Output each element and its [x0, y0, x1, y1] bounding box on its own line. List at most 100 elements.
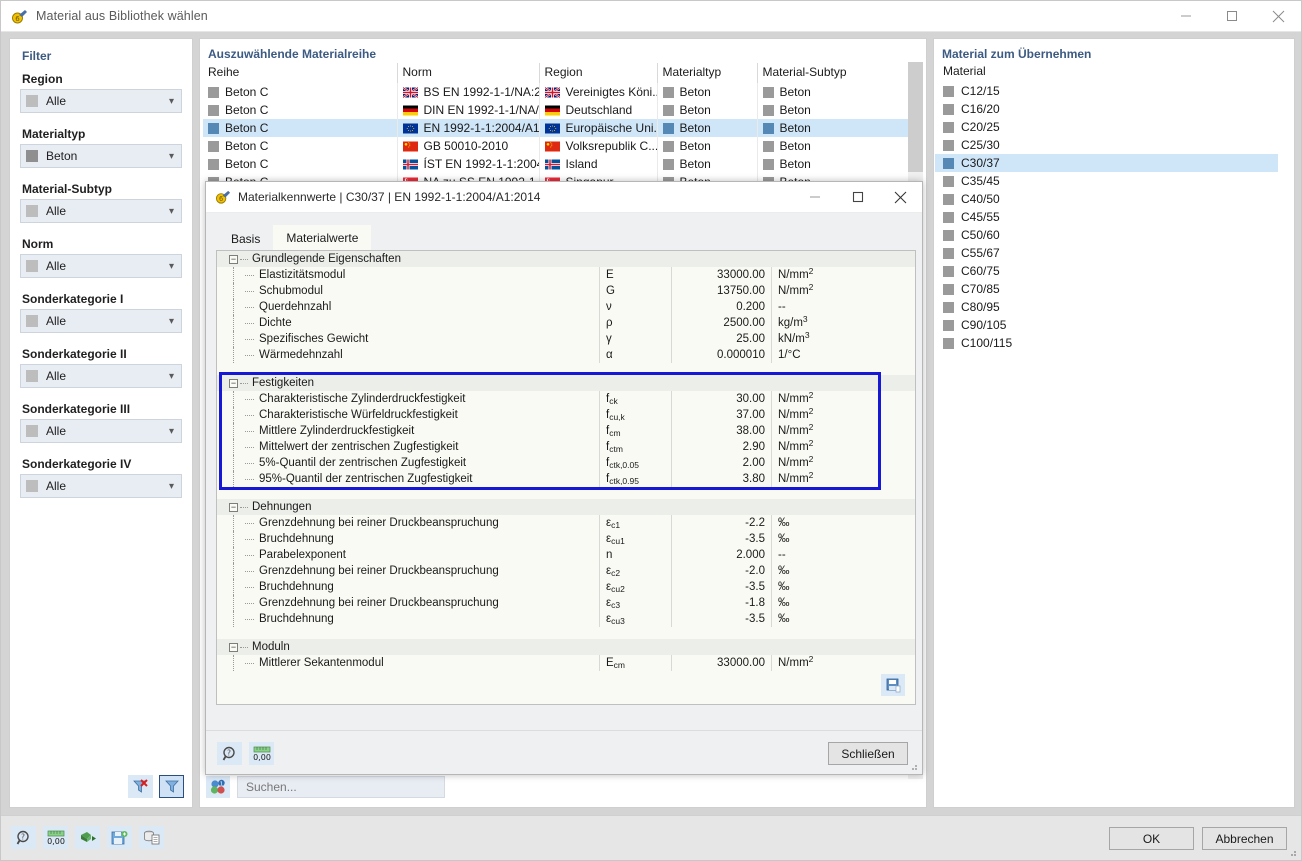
property-row[interactable]: Schubmodul G 13750.00 N/mm 2 — [217, 282, 915, 299]
filter-select-sonderkategorie-iv[interactable]: Alle ▾ — [20, 474, 182, 498]
property-group-header[interactable]: − Festigkeiten — [217, 375, 915, 391]
column-header-3[interactable]: Materialtyp — [657, 63, 758, 83]
property-value[interactable]: 37.00 — [671, 407, 771, 423]
property-value[interactable]: 2.000 — [671, 547, 771, 563]
property-row[interactable]: Wärmedehnzahl α 0.000010 1/°C — [217, 347, 915, 363]
chevron-down-icon[interactable]: ▾ — [169, 206, 174, 217]
maximize-icon[interactable] — [836, 182, 879, 213]
chevron-down-icon[interactable]: ▾ — [169, 261, 174, 272]
window-resize-grip[interactable] — [1286, 846, 1298, 858]
list-item[interactable]: C90/105 — [935, 316, 1279, 334]
dialog-resize-grip[interactable] — [908, 761, 919, 772]
property-value[interactable]: 2.90 — [671, 439, 771, 455]
maximize-icon[interactable] — [1209, 1, 1255, 32]
list-item[interactable]: C12/15 — [935, 82, 1279, 100]
property-value[interactable]: 30.00 — [671, 391, 771, 407]
list-item[interactable]: C35/45 — [935, 172, 1279, 190]
chevron-down-icon[interactable]: ▾ — [169, 96, 174, 107]
property-row[interactable]: Dichte ρ 2500.00 kg/m 3 — [217, 314, 915, 331]
close-icon[interactable] — [879, 182, 922, 213]
table-row[interactable]: Beton C EN 1992-1-1:2004/A1:2... Europäisc… — [203, 119, 912, 137]
property-value[interactable]: -3.5 — [671, 579, 771, 595]
property-row[interactable]: Charakteristische Zylinderdruckfestigkei… — [217, 390, 915, 407]
list-item[interactable]: C25/30 — [935, 136, 1279, 154]
list-item[interactable]: C50/60 — [935, 226, 1279, 244]
property-value[interactable]: 38.00 — [671, 423, 771, 439]
units-button[interactable]: 0,00 — [249, 742, 274, 765]
filter-select-norm[interactable]: Alle ▾ — [20, 254, 182, 278]
column-header-1[interactable]: Norm — [397, 63, 540, 83]
list-item[interactable]: C16/20 — [935, 100, 1279, 118]
property-row[interactable]: Charakteristische Würfeldruckfestigkeit f… — [217, 406, 915, 423]
property-row[interactable]: Grenzdehnung bei reiner Druckbeanspruchu… — [217, 595, 915, 611]
save-values-icon[interactable] — [881, 674, 905, 696]
column-header-4[interactable]: Material-Subtyp — [757, 63, 912, 83]
property-row[interactable]: Grenzdehnung bei reiner Druckbeanspruchu… — [217, 515, 915, 531]
chevron-down-icon[interactable]: ▾ — [169, 481, 174, 492]
list-item[interactable]: C40/50 — [935, 190, 1279, 208]
database-button[interactable] — [139, 826, 164, 849]
property-row[interactable]: Querdehnzahl ν 0.200 -- — [217, 299, 915, 315]
collapse-icon[interactable]: − — [229, 642, 238, 652]
apply-filter-button[interactable] — [159, 775, 184, 798]
minimize-icon[interactable] — [1163, 1, 1209, 32]
tab-basis[interactable]: Basis — [218, 227, 274, 250]
clear-filter-button[interactable] — [128, 775, 153, 798]
property-value[interactable]: 0.000010 — [671, 347, 771, 363]
list-item[interactable]: C60/75 — [935, 262, 1279, 280]
property-row[interactable]: 95%-Quantil der zentrischen Zugfestigkei… — [217, 470, 915, 487]
property-row[interactable]: 5%-Quantil der zentrischen Zugfestigkeit… — [217, 454, 915, 471]
property-row[interactable]: Bruchdehnung ε cu1 -3.5 ‰ — [217, 531, 915, 547]
property-row[interactable]: Elastizitätsmodul E 33000.00 N/mm 2 — [217, 266, 915, 283]
property-group-header[interactable]: − Grundlegende Eigenschaften — [217, 251, 915, 267]
chevron-down-icon[interactable]: ▾ — [169, 371, 174, 382]
list-item[interactable]: C55/67 — [935, 244, 1279, 262]
column-header-0[interactable]: Reihe — [203, 63, 398, 83]
property-value[interactable]: 13750.00 — [671, 283, 771, 299]
property-row[interactable]: Bruchdehnung ε cu2 -3.5 ‰ — [217, 579, 915, 595]
dialog-close-button[interactable]: Schließen — [828, 742, 908, 765]
column-header-2[interactable]: Region — [539, 63, 658, 83]
chevron-down-icon[interactable]: ▾ — [169, 316, 174, 327]
units-button[interactable]: 0,00 — [43, 826, 68, 849]
property-value[interactable]: 3.80 — [671, 471, 771, 487]
property-row[interactable]: Spezifisches Gewicht γ 25.00 kN/m 3 — [217, 330, 915, 347]
filter-select-sonderkategorie-iii[interactable]: Alle ▾ — [20, 419, 182, 443]
list-item[interactable]: C100/115 — [935, 334, 1279, 352]
property-row[interactable]: Grenzdehnung bei reiner Druckbeanspruchu… — [217, 563, 915, 579]
cancel-button[interactable]: Abbrechen — [1202, 827, 1287, 850]
scrollbar-thumb[interactable] — [908, 62, 923, 172]
table-row[interactable]: Beton C DIN EN 1992-1-1/NA/A... Deutschlan… — [203, 101, 912, 119]
property-row[interactable]: Mittlere Zylinderdruckfestigkeit f cm 38.00… — [217, 422, 915, 439]
filter-select-sonderkategorie-i[interactable]: Alle ▾ — [20, 309, 182, 333]
property-group-header[interactable]: − Moduln — [217, 639, 915, 655]
list-item[interactable]: C30/37 — [935, 154, 1279, 172]
list-item[interactable]: C45/55 — [935, 208, 1279, 226]
collapse-icon[interactable]: − — [229, 254, 238, 264]
property-grid[interactable]: − Grundlegende Eigenschaften Elastizitätsm… — [216, 250, 916, 705]
tab-materialwerte[interactable]: Materialwerte — [273, 225, 372, 250]
filter-select-region[interactable]: Alle ▾ — [20, 89, 182, 113]
property-value[interactable]: -3.5 — [671, 531, 771, 547]
table-row[interactable]: Beton C BS EN 1992-1-1/NA:20... Vereinigte… — [203, 83, 912, 101]
property-value[interactable]: 33000.00 — [671, 267, 771, 283]
property-value[interactable]: -3.5 — [671, 611, 771, 627]
property-value[interactable]: 33000.00 — [671, 655, 771, 671]
list-item[interactable]: C20/25 — [935, 118, 1279, 136]
property-row[interactable]: Bruchdehnung ε cu3 -3.5 ‰ — [217, 611, 915, 627]
property-value[interactable]: -1.8 — [671, 595, 771, 611]
property-value[interactable]: 0.200 — [671, 299, 771, 315]
list-item[interactable]: C70/85 — [935, 280, 1279, 298]
property-value[interactable]: 2500.00 — [671, 315, 771, 331]
property-value[interactable]: 25.00 — [671, 331, 771, 347]
list-item[interactable]: C80/95 — [935, 298, 1279, 316]
property-row[interactable]: Mittlerer Sekantenmodul Ecm 33000.00 N/mm 2 — [217, 654, 915, 671]
help-button[interactable]: ? — [217, 742, 242, 765]
minimize-icon[interactable] — [793, 182, 836, 213]
import-button[interactable] — [75, 826, 100, 849]
ok-button[interactable]: OK — [1109, 827, 1194, 850]
table-row[interactable]: Beton C GB 50010-2010 Volksrepublik C... Be… — [203, 137, 912, 155]
help-button[interactable]: ? — [11, 826, 36, 849]
collapse-icon[interactable]: − — [229, 378, 238, 388]
collapse-icon[interactable]: − — [229, 502, 238, 512]
